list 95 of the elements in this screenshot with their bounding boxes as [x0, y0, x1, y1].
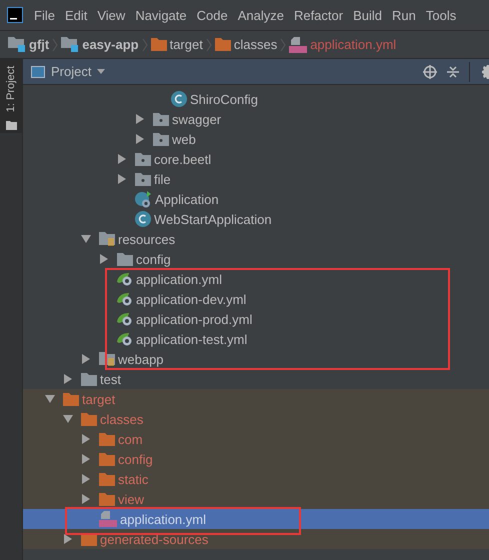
yml-file-icon [99, 511, 117, 527]
tree-row[interactable]: swagger [23, 109, 489, 129]
settings-icon[interactable] [480, 64, 489, 78]
chevron-icon [206, 38, 212, 52]
tree-row[interactable]: Application [23, 189, 489, 209]
tree-item-label: application.yml [136, 272, 222, 286]
tree-item-label: application-prod.yml [136, 312, 252, 326]
tree-item-label: application.yml [120, 512, 206, 526]
tree-item-label: Application [155, 192, 219, 206]
menu-item[interactable]: Run [387, 8, 421, 22]
tree-row[interactable]: application-prod.yml [23, 309, 489, 329]
menu-item[interactable]: File [29, 8, 60, 22]
menu-item[interactable]: View [92, 8, 130, 22]
folder-icon [81, 412, 97, 426]
package-folder-icon [135, 172, 151, 186]
expanded-arrow-icon[interactable] [81, 234, 91, 244]
spring-leaf-icon [117, 332, 133, 346]
breadcrumb-item[interactable]: easy-app [82, 37, 139, 52]
tree-row[interactable]: ShiroConfig [23, 89, 489, 109]
panel-window-icon [31, 66, 45, 78]
tree-item-label: classes [100, 412, 144, 426]
menu-item[interactable]: Navigate [130, 8, 192, 22]
module-folder-icon [8, 37, 26, 52]
breadcrumb-item[interactable]: target [170, 37, 203, 52]
tree-row[interactable]: file [23, 169, 489, 189]
spring-leaf-icon [117, 272, 133, 286]
menu-item[interactable]: Analyze [232, 8, 289, 22]
class-icon [135, 211, 151, 227]
folder-icon [99, 452, 115, 466]
collapse-all-icon[interactable] [447, 64, 459, 78]
folder-icon [81, 372, 97, 386]
folder-icon [99, 432, 115, 446]
tree-item-label: static [118, 472, 148, 486]
menu-item[interactable]: Edit [60, 8, 92, 22]
locate-icon[interactable] [423, 64, 437, 78]
tree-item-label: config [136, 252, 171, 266]
tree-row[interactable]: application-dev.yml [23, 289, 489, 309]
folder-icon [99, 492, 115, 506]
chevron-icon [52, 38, 58, 52]
tree-item-label: resources [118, 232, 176, 246]
menu-item[interactable]: Code [192, 8, 233, 22]
folder-icon [150, 38, 167, 51]
tree-row[interactable]: config [23, 249, 489, 269]
package-folder-icon [135, 152, 151, 166]
class-icon [171, 91, 187, 107]
tree-item-label: config [118, 452, 153, 466]
collapsed-arrow-icon[interactable] [99, 254, 109, 264]
tree-row[interactable]: application-test.yml [23, 329, 489, 349]
project-tool-tab[interactable]: 1: Project [0, 59, 22, 133]
tree-row[interactable]: application.yml [23, 269, 489, 289]
folder-icon [99, 472, 115, 486]
yml-file-icon [289, 36, 308, 52]
tree-item-label: application-test.yml [136, 332, 248, 346]
tree-item-label: core.beetl [154, 152, 212, 166]
tree-row[interactable]: resources [23, 229, 489, 249]
tree-row[interactable]: WebStartApplication [23, 209, 489, 229]
tree-row[interactable]: webapp [23, 349, 489, 369]
folder-icon [117, 252, 133, 266]
breadcrumb-item[interactable]: classes [234, 37, 278, 52]
spring-leaf-icon [117, 312, 133, 326]
chevron-icon [280, 38, 286, 52]
tree-item-label: application-dev.yml [136, 292, 246, 306]
tree-item-label: ShiroConfig [190, 92, 258, 106]
spring-leaf-icon [117, 292, 133, 306]
resources-folder-icon [99, 232, 115, 246]
chevron-icon [142, 38, 148, 52]
tree-item-label: com [118, 432, 143, 446]
tree-item-label: swagger [172, 112, 222, 126]
tree-item-label: target [82, 392, 116, 406]
tree-row[interactable]: test [23, 369, 489, 389]
tree-item-label: view [118, 492, 144, 506]
folder-icon [63, 392, 79, 406]
panel-title[interactable]: Project [51, 64, 92, 79]
tree-item-label: webapp [118, 352, 164, 366]
tree-item-label: file [154, 172, 171, 186]
spring-class-icon [135, 190, 152, 208]
folder-icon [214, 38, 231, 51]
package-folder-icon [153, 112, 169, 126]
app-logo-icon[interactable] [7, 7, 23, 23]
tree-row[interactable]: web [23, 129, 489, 149]
tree-item-label: web [172, 132, 196, 146]
folder-icon [6, 121, 16, 130]
menu-item[interactable]: Tools [420, 8, 462, 22]
tree-row[interactable]: core.beetl [23, 149, 489, 169]
menu-item[interactable]: Refactor [288, 8, 348, 22]
selected-tree-row[interactable]: application.yml [23, 509, 489, 529]
dropdown-caret-icon[interactable] [97, 69, 106, 74]
tree-item-label: WebStartApplication [154, 212, 272, 226]
tree-item-label: test [100, 372, 121, 386]
collapsed-arrow-icon[interactable] [63, 534, 73, 544]
package-folder-icon [153, 132, 169, 146]
module-folder-icon [61, 37, 80, 52]
tree-item-label: generated-sources [100, 532, 208, 546]
menu-item[interactable]: Build [348, 8, 388, 22]
breadcrumb-item[interactable]: gfjt [29, 37, 50, 52]
